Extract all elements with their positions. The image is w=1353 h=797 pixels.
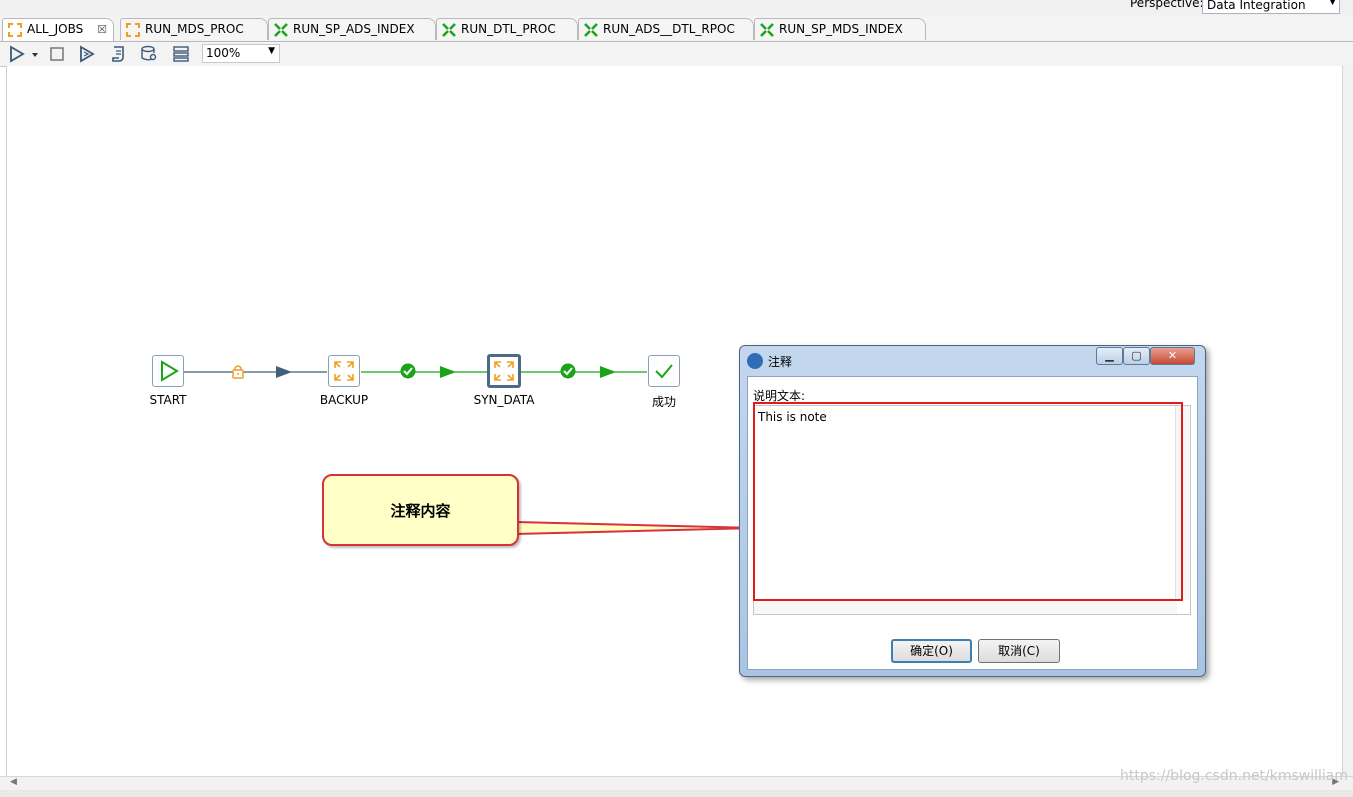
node-syn-data[interactable] <box>487 354 521 388</box>
app-icon <box>747 353 763 369</box>
textarea-horizontal-scrollbar[interactable] <box>754 599 1177 614</box>
node-label: 成功 <box>651 395 676 409</box>
play-icon <box>161 360 179 382</box>
callout-annotation: 注释内容 <box>322 474 519 546</box>
node-backup[interactable] <box>328 355 360 387</box>
minimize-button[interactable]: ▁ <box>1096 347 1123 365</box>
check-icon <box>655 364 673 379</box>
callout-pointer <box>515 520 757 536</box>
dialog-title: 注释 <box>768 355 793 369</box>
highlight-rectangle <box>753 402 1183 601</box>
node-start[interactable] <box>152 355 184 387</box>
arrow-head-icon <box>276 366 292 378</box>
note-dialog: 注释 ▁ ▢ ✕ 说明文本: This is note 确定(O) 取消(C) <box>739 345 1206 677</box>
node-label: START <box>149 393 187 407</box>
job-arrows-icon <box>334 361 354 381</box>
success-icon[interactable] <box>400 363 416 379</box>
lock-icon[interactable] <box>230 363 246 379</box>
node-label: BACKUP <box>319 393 369 407</box>
ok-button[interactable]: 确定(O) <box>891 639 972 663</box>
node-label: SYN_DATA <box>473 393 535 407</box>
job-arrows-icon <box>494 361 514 381</box>
close-button[interactable]: ✕ <box>1150 347 1195 365</box>
cancel-button[interactable]: 取消(C) <box>978 639 1060 663</box>
watermark: https://blog.csdn.net/kmswilliam <box>1120 768 1349 784</box>
callout-text: 注释内容 <box>390 502 451 520</box>
node-success[interactable] <box>648 355 680 387</box>
arrow-head-icon <box>600 366 616 378</box>
arrow-head-icon <box>440 366 456 378</box>
success-icon[interactable] <box>560 363 576 379</box>
dialog-body: 说明文本: This is note 确定(O) 取消(C) <box>747 376 1198 670</box>
maximize-button[interactable]: ▢ <box>1123 347 1150 365</box>
